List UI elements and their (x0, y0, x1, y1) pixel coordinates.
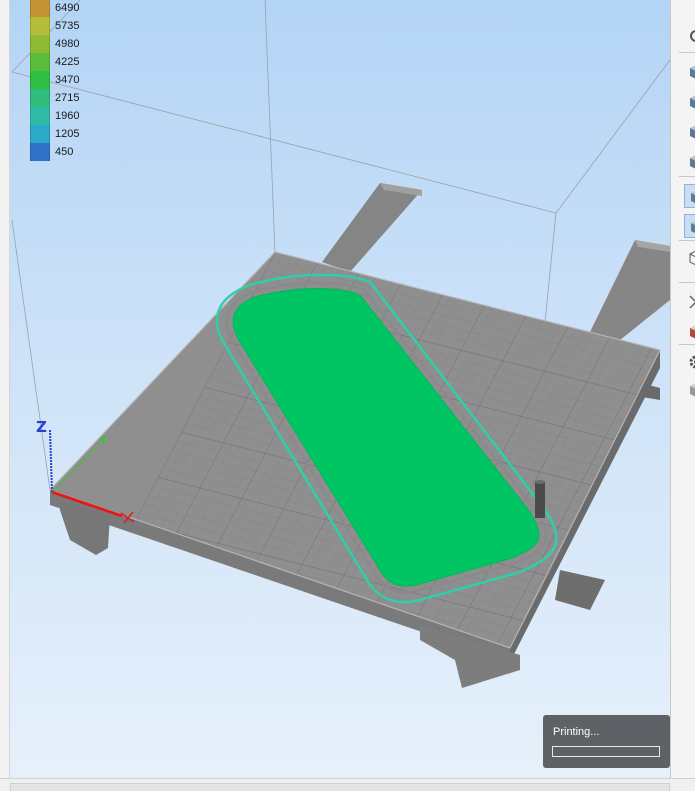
legend-swatch (30, 71, 50, 89)
legend-label: 5735 (55, 20, 80, 32)
view-cube-tool-button[interactable] (684, 150, 695, 174)
view-cube-tool-button[interactable] (684, 60, 695, 84)
printing-progress-panel: Printing... (543, 715, 670, 768)
legend-label: 4980 (55, 38, 80, 50)
horizontal-scrollbar[interactable] (10, 783, 670, 791)
legend-swatch (30, 125, 50, 143)
legend-item: 2715 (30, 89, 120, 107)
view-cube-tool-button[interactable] (684, 90, 695, 114)
wireframe-cube-tool-button[interactable] (684, 246, 695, 270)
view-cube-tool-button[interactable] (684, 120, 695, 144)
3d-viewport[interactable]: Z 6490 5735 4980 4225 3470 2715 1960 1205 450 Pr… (10, 0, 670, 778)
toolbar-separator (679, 176, 695, 177)
legend-label: 4225 (55, 56, 80, 68)
rotate-tool-button[interactable] (684, 24, 695, 48)
progress-status-label: Printing... (553, 726, 600, 738)
legend-item: 6490 (30, 0, 120, 17)
app-window: Z 6490 5735 4980 4225 3470 2715 1960 1205 450 Pr… (0, 0, 695, 791)
legend-label: 1960 (55, 110, 80, 122)
view-toolbar (670, 0, 695, 778)
z-axis-label: Z (36, 418, 47, 436)
legend-item: 5735 (30, 17, 120, 35)
legend-item: 4225 (30, 53, 120, 71)
legend-swatch (30, 17, 50, 35)
legend-item: 1960 (30, 107, 120, 125)
toolbar-separator (679, 240, 695, 241)
legend-swatch (30, 143, 50, 161)
legend-swatch (30, 107, 50, 125)
legend-label: 2715 (55, 92, 80, 104)
toolbar-separator (679, 344, 695, 345)
legend-swatch (30, 53, 50, 71)
view-cube-tool-button[interactable] (684, 214, 695, 238)
gear-tool-button[interactable] (684, 350, 695, 374)
legend-item: 3470 (30, 71, 120, 89)
legend-swatch (30, 89, 50, 107)
left-panel-edge (0, 0, 10, 778)
legend-swatch (30, 35, 50, 53)
toolbar-separator (679, 282, 695, 283)
toolbar-separator (679, 52, 695, 53)
color-cube-tool-button[interactable] (684, 320, 695, 344)
legend-label: 3470 (55, 74, 80, 86)
legend-label: 1205 (55, 128, 80, 140)
progress-bar (552, 746, 660, 757)
settings-cube-tool-button[interactable] (684, 378, 695, 402)
legend-label: 6490 (55, 2, 80, 14)
legend-swatch (30, 0, 50, 17)
legend-item: 1205 (30, 125, 120, 143)
cut-tool-button[interactable] (684, 290, 695, 314)
legend-label: 450 (55, 146, 74, 158)
status-bar (0, 778, 695, 791)
view-cube-tool-button[interactable] (684, 184, 695, 208)
legend-item: 450 (30, 143, 120, 161)
nozzle-marker (535, 480, 545, 518)
legend-item: 4980 (30, 35, 120, 53)
